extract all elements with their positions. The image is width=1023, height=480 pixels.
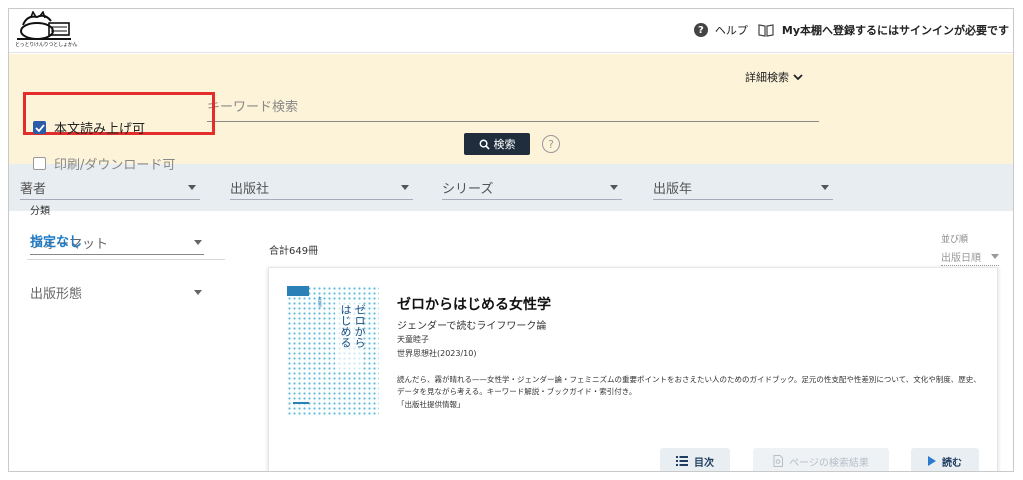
search-button-label: 検索 (493, 138, 516, 151)
sidebar-divider (27, 259, 225, 260)
sort-select-value: 出版日順 (941, 253, 981, 264)
caret-down-icon (401, 185, 409, 190)
advanced-search-toggle[interactable]: 詳細検索 (745, 69, 803, 85)
readaloud-label: 本文読み上げ可 (54, 122, 146, 137)
classification-value-link[interactable]: 指定なし (30, 231, 82, 250)
year-filter-select[interactable]: 出版年 (653, 176, 833, 200)
caret-down-icon (194, 240, 202, 245)
year-filter-label: 出版年 (653, 182, 693, 197)
read-button-label: 読む (942, 457, 962, 469)
publisher-filter-select[interactable]: 出版社 (230, 176, 413, 200)
series-filter-label: シリーズ (442, 182, 494, 197)
page-search-label: ページの検索結果 (789, 457, 869, 469)
list-icon (676, 456, 688, 466)
book-source-note: 「出版社提供情報」 (397, 400, 465, 409)
cover-title-line-3: 女性学 (318, 296, 323, 308)
sort-select[interactable]: 出版日順 (941, 248, 999, 266)
page-search-results-button[interactable]: ページの検索結果 (753, 448, 889, 471)
classification-heading: 分類 (30, 206, 50, 217)
result-count: 合計649冊 (269, 246, 319, 257)
chevron-down-icon (793, 74, 803, 81)
caret-down-icon (821, 185, 829, 190)
play-icon (928, 456, 936, 466)
document-search-icon (773, 455, 784, 467)
keyword-search-input[interactable] (207, 94, 819, 122)
toc-button[interactable]: 目次 (660, 448, 730, 471)
download-checkbox-row[interactable]: 印刷/ダウンロード可 (33, 154, 175, 173)
help-icon[interactable]: ? (693, 23, 708, 37)
author-filter-select[interactable]: 著者 (20, 176, 200, 200)
library-logo[interactable]: とっとりけんりつとしょかん (13, 10, 83, 51)
search-help-icon[interactable]: ? (542, 135, 560, 153)
checkmark-icon (34, 123, 45, 132)
sort-heading: 並び順 (941, 235, 969, 245)
cover-title-line-2: はじめる (339, 304, 352, 348)
caret-down-icon (991, 254, 999, 259)
author-filter-label: 著者 (20, 182, 47, 197)
download-label: 印刷/ダウンロード可 (54, 158, 176, 173)
readaloud-checkbox[interactable] (33, 121, 46, 134)
book-description: 読んだら、霧が晴れる——女性学・ジェンダー論・フェミニズムの重要ポイントをおさえ… (397, 375, 981, 396)
caret-down-icon (194, 289, 202, 295)
book-result-card: ゼロから はじめる 女性学 ゼロからはじめる女性学 ジェンダーで読むライフワーク… (268, 267, 998, 471)
book-title[interactable]: ゼロからはじめる女性学 (397, 294, 551, 314)
publisher-filter-label: 出版社 (230, 182, 270, 197)
app-frame: とっとりけんりつとしょかん ? ヘルプ My本棚へ登録するにはサインインが必要で… (8, 8, 1014, 472)
publish-form-select[interactable]: 出版形態 (30, 280, 204, 304)
book-author: 天童睦子 (397, 335, 429, 344)
book-cover-image[interactable]: ゼロから はじめる 女性学 (287, 286, 379, 416)
cover-author-band (287, 286, 309, 296)
series-filter-select[interactable]: シリーズ (442, 176, 622, 200)
cover-title-line-1: ゼロから (353, 304, 366, 348)
toc-button-label: 目次 (694, 457, 714, 469)
download-checkbox[interactable] (33, 157, 46, 170)
caret-down-icon (188, 185, 196, 190)
logo-caption: とっとりけんりつとしょかん (15, 42, 78, 48)
signin-message[interactable]: My本棚へ登録するにはサインインが必要です (782, 22, 1009, 38)
book-publisher-date: 世界思想社(2023/10) (397, 349, 477, 358)
bookshelf-icon (758, 24, 774, 37)
publish-form-label: 出版形態 (30, 286, 83, 302)
search-icon (479, 139, 490, 150)
book-subtitle: ジェンダーで読むライフワーク論 (397, 321, 547, 332)
cat-logo-icon (17, 10, 71, 40)
header: とっとりけんりつとしょかん ? ヘルプ My本棚へ登録するにはサインインが必要で… (9, 9, 1013, 53)
readaloud-checkbox-row[interactable]: 本文読み上げ可 (33, 118, 145, 137)
caret-down-icon (610, 185, 618, 190)
advanced-search-label: 詳細検索 (745, 71, 789, 84)
header-actions: ? ヘルプ My本棚へ登録するにはサインインが必要です (693, 22, 1009, 38)
help-link[interactable]: ヘルプ (715, 22, 748, 38)
sidebar: フォーマット 出版形態 (9, 211, 239, 471)
cover-accent-bar (293, 402, 309, 404)
read-button[interactable]: 読む (911, 448, 979, 471)
search-button[interactable]: 検索 (464, 133, 530, 155)
